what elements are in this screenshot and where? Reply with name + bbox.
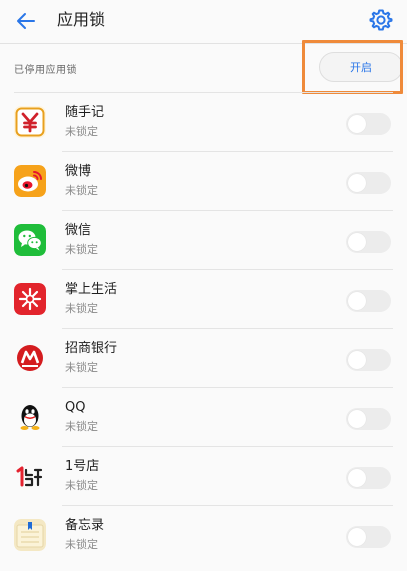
lock-toggle[interactable] — [346, 408, 391, 430]
divider — [62, 328, 393, 329]
toggle-knob — [348, 410, 366, 428]
lock-toggle[interactable] — [346, 526, 391, 548]
list-item[interactable]: 1号店 未锁定 — [0, 446, 407, 505]
list-item[interactable]: 随手记 未锁定 — [0, 92, 407, 151]
lock-status: 未锁定 — [65, 538, 98, 551]
wechat-icon — [14, 224, 46, 256]
lock-status: 未锁定 — [65, 184, 98, 197]
gear-icon — [369, 9, 393, 31]
app-name: 招商银行 — [65, 341, 118, 356]
lock-toggle[interactable] — [346, 113, 391, 135]
lock-status: 未锁定 — [65, 420, 98, 433]
yhd-icon — [14, 460, 46, 492]
divider — [62, 151, 393, 152]
lock-status: 未锁定 — [65, 243, 98, 256]
zhangshangshenghuo-icon — [14, 283, 46, 315]
lock-status: 未锁定 — [65, 361, 98, 374]
arrow-left-icon — [17, 13, 35, 29]
qq-icon — [14, 401, 46, 433]
settings-button[interactable] — [369, 8, 393, 32]
list-item[interactable]: 微信 未锁定 — [0, 210, 407, 269]
toggle-knob — [348, 174, 366, 192]
app-name: 微信 — [65, 223, 92, 238]
list-item[interactable]: 招商银行 未锁定 — [0, 328, 407, 387]
divider — [62, 446, 393, 447]
list-item[interactable]: 备忘录 未锁定 — [0, 505, 407, 564]
toggle-knob — [348, 469, 366, 487]
toggle-knob — [348, 115, 366, 133]
divider — [62, 269, 393, 270]
back-button[interactable] — [14, 9, 38, 33]
toggle-knob — [348, 528, 366, 546]
suishouji-icon — [14, 106, 46, 138]
page-title: 应用锁 — [57, 10, 106, 29]
lock-toggle[interactable] — [346, 231, 391, 253]
lock-status: 未锁定 — [65, 125, 98, 138]
list-item[interactable]: 掌上生活 未锁定 — [0, 269, 407, 328]
toggle-knob — [348, 292, 366, 310]
lock-toggle[interactable] — [346, 290, 391, 312]
app-name: 随手记 — [65, 105, 105, 120]
app-name: 备忘录 — [65, 518, 105, 533]
list-item[interactable]: QQ 未锁定 — [0, 387, 407, 446]
lock-status: 未锁定 — [65, 479, 98, 492]
app-name: QQ — [65, 400, 86, 415]
highlight-annotation-box — [302, 40, 403, 94]
app-name: 掌上生活 — [65, 282, 118, 297]
list-item[interactable]: 微博 未锁定 — [0, 151, 407, 210]
cmb-bank-icon — [14, 342, 46, 374]
app-name: 微博 — [65, 164, 92, 179]
app-list: 随手记 未锁定 微博 未锁定 微信 未锁定 掌上生活 未锁定 招商银行 未锁定 … — [0, 92, 407, 564]
lock-toggle[interactable] — [346, 349, 391, 371]
toggle-knob — [348, 233, 366, 251]
toggle-knob — [348, 351, 366, 369]
divider — [62, 210, 393, 211]
weibo-icon — [14, 165, 46, 197]
app-name: 1号店 — [65, 459, 100, 474]
lock-toggle[interactable] — [346, 172, 391, 194]
memo-icon — [14, 519, 46, 551]
divider — [62, 387, 393, 388]
app-lock-status-text: 已停用应用锁 — [14, 65, 77, 76]
app-bar: 应用锁 — [0, 0, 407, 42]
divider — [14, 92, 393, 93]
divider — [62, 505, 393, 506]
lock-status: 未锁定 — [65, 302, 98, 315]
lock-toggle[interactable] — [346, 467, 391, 489]
